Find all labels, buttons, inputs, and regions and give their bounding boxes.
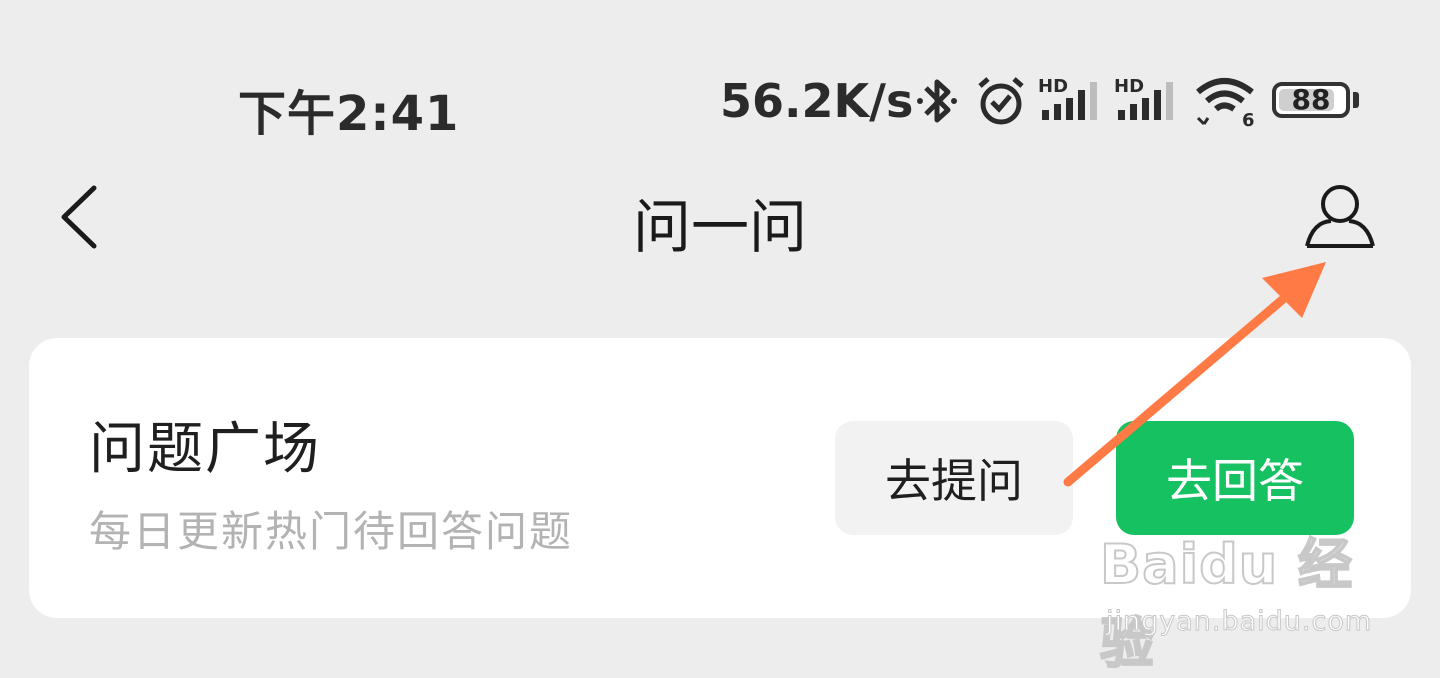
signal-hd-icon: HD xyxy=(1038,76,1097,120)
svg-text:HD: HD xyxy=(1114,76,1144,97)
question-square-card: 问题广场 每日更新热门待回答问题 去提问 去回答 xyxy=(29,338,1411,618)
card-title: 问题广场 xyxy=(89,417,321,482)
user-profile-icon[interactable] xyxy=(1303,182,1377,252)
answer-question-button[interactable]: 去回答 xyxy=(1116,421,1354,535)
bluetooth-icon xyxy=(917,79,957,123)
svg-text:HD: HD xyxy=(1038,76,1068,97)
alarm-icon xyxy=(978,77,1024,125)
signal-hd-icon-2: HD xyxy=(1114,76,1173,120)
battery-level: 88 xyxy=(1291,83,1331,116)
ask-question-button[interactable]: 去提问 xyxy=(835,421,1073,535)
status-time: 下午2:41 xyxy=(238,86,460,142)
page-title: 问一问 xyxy=(632,193,807,261)
svg-text:6: 6 xyxy=(1242,110,1255,128)
battery-icon: 88 xyxy=(1272,82,1350,118)
card-subtitle: 每日更新热门待回答问题 xyxy=(89,507,574,556)
wifi-6-icon: 6 xyxy=(1196,78,1255,128)
network-speed: 56.2K/s xyxy=(720,74,914,128)
battery-tip xyxy=(1353,92,1359,108)
